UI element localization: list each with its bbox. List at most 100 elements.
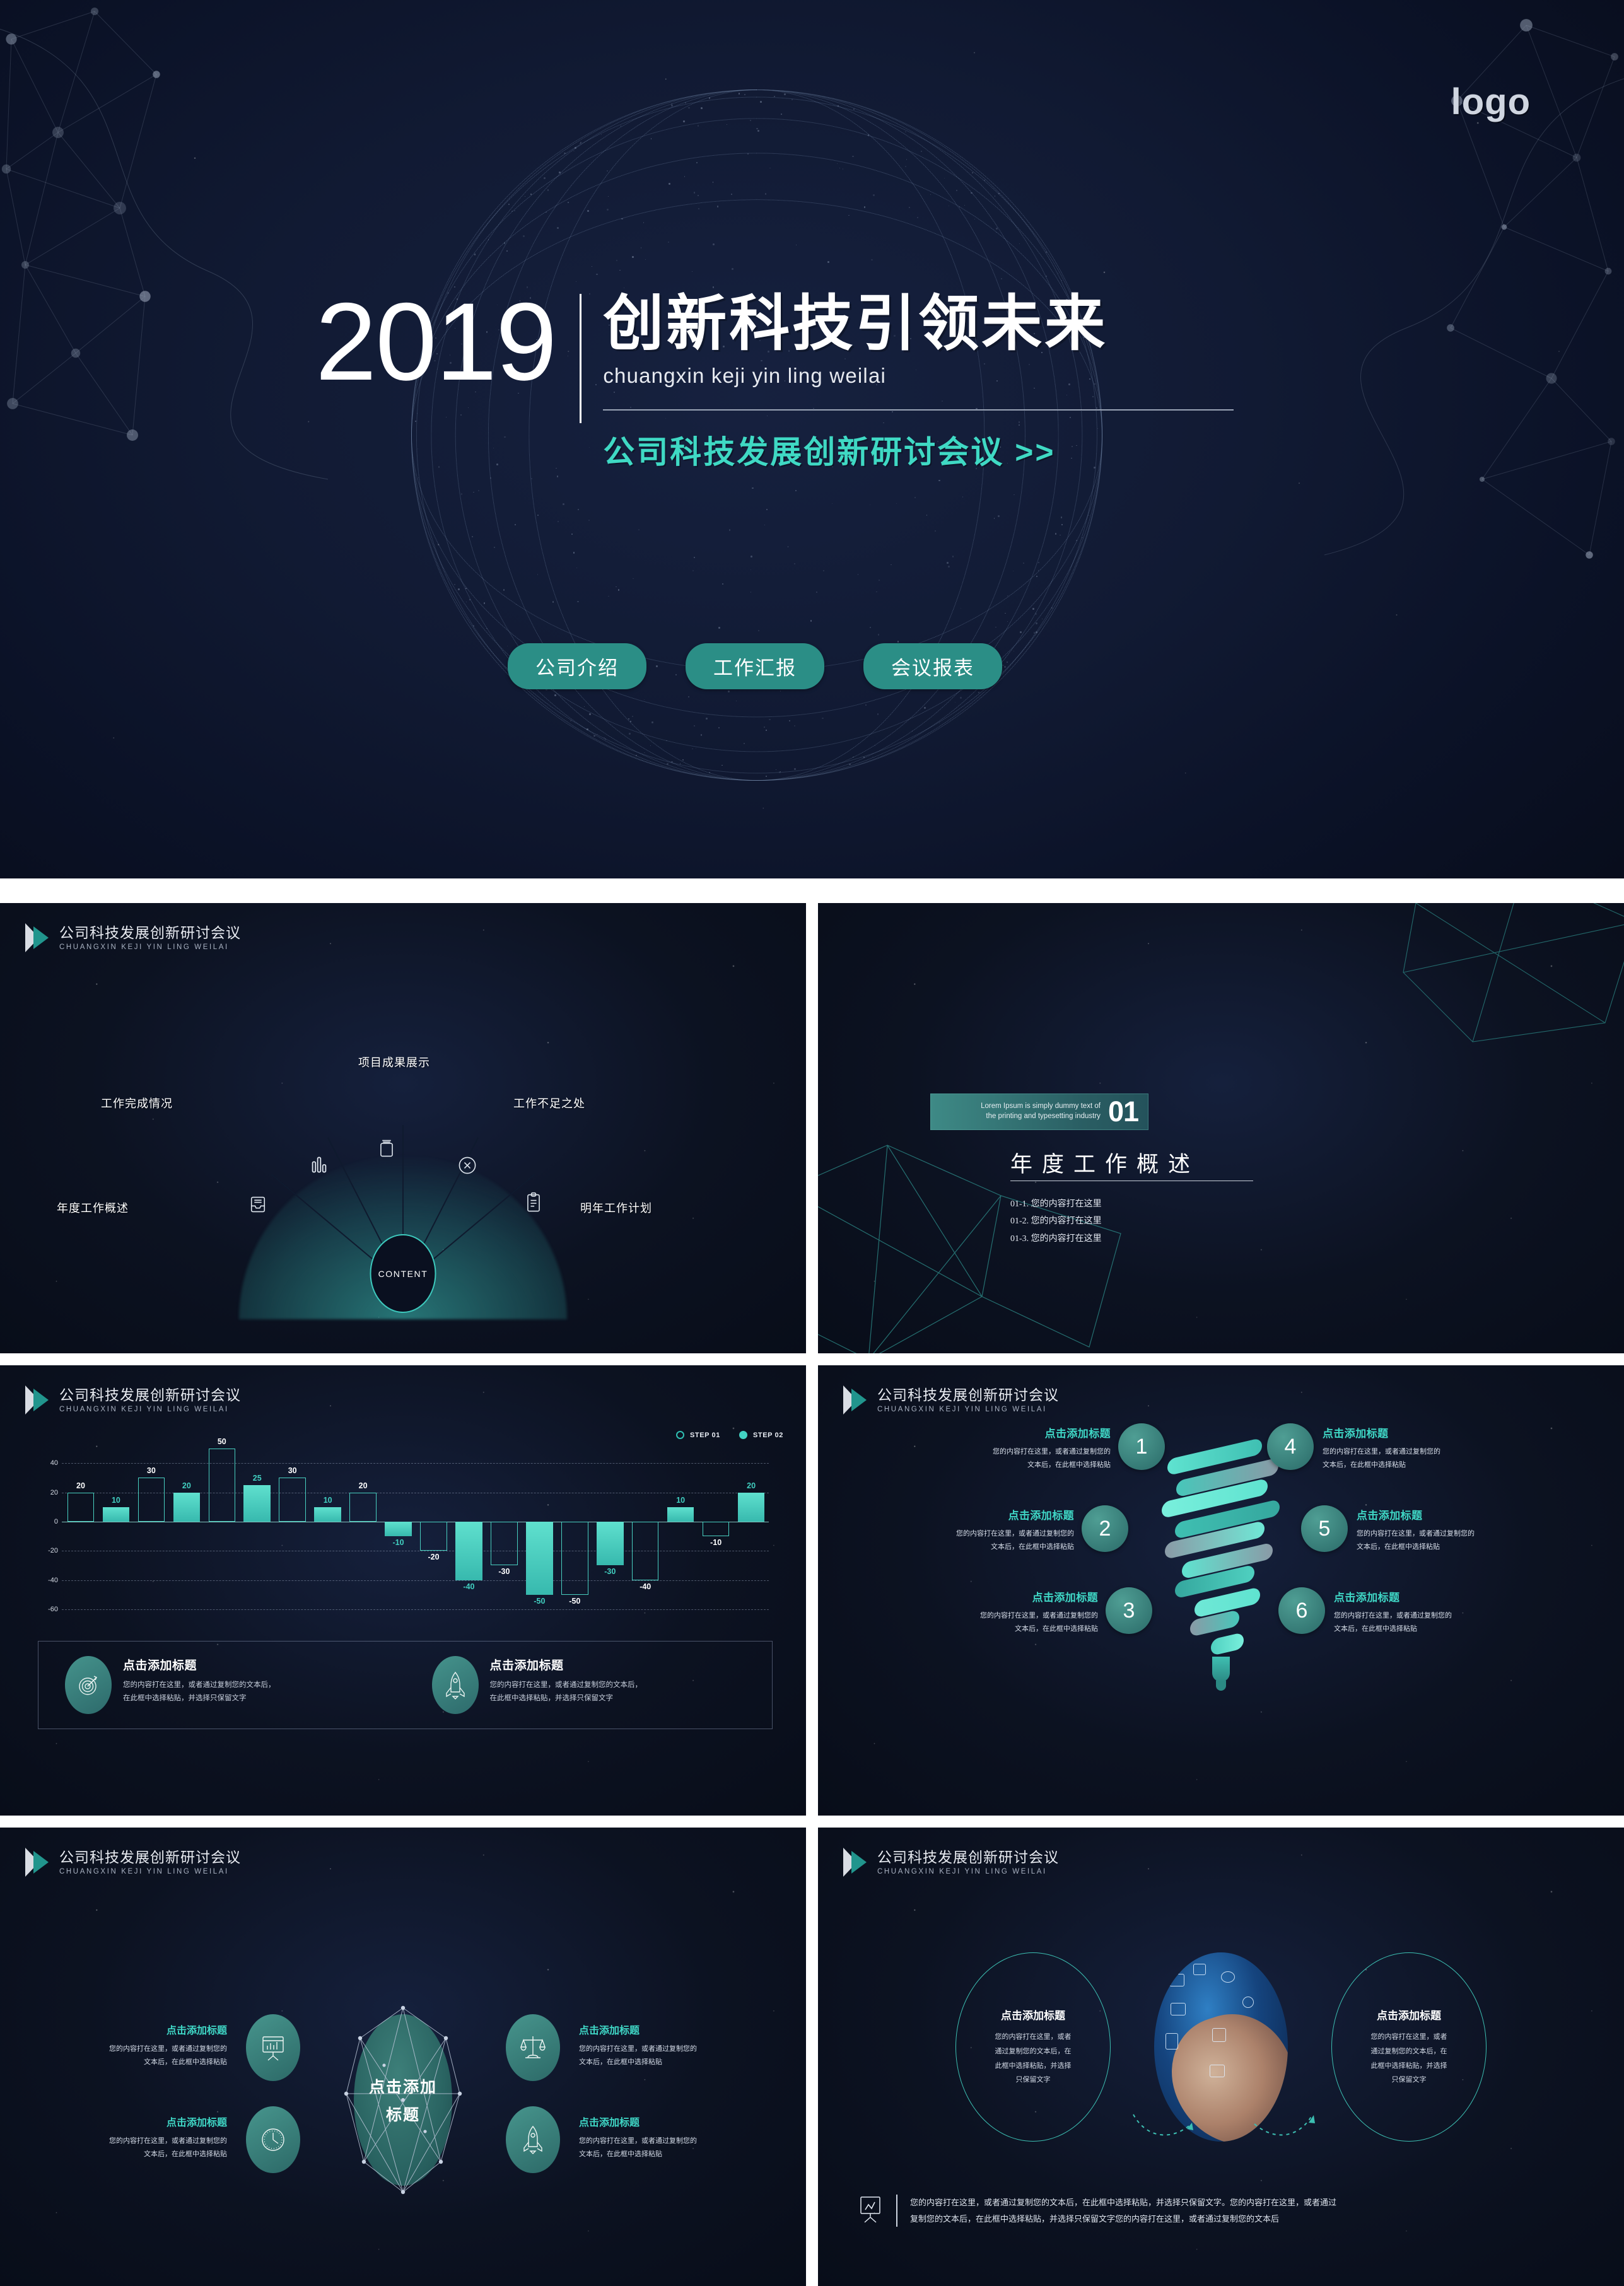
chart-bar-label: 20 — [169, 1481, 204, 1490]
chart-bar[interactable] — [632, 1522, 659, 1580]
poly-item-3[interactable]: 点击添加标题 您的内容打在这里，或者通过复制您的 文本后，在此框中选择粘贴 — [579, 2114, 768, 2162]
chart-bar[interactable] — [455, 1522, 482, 1580]
table-row[interactable]: -30 — [486, 1449, 522, 1609]
table-row[interactable]: 10 — [98, 1449, 134, 1609]
table-row[interactable]: 50 — [204, 1449, 240, 1609]
bar-chart[interactable]: 40 20 0 -20 -40 -60 20 10 30 20 50 25 30 10 20 -10 -20 -4… — [38, 1449, 773, 1609]
poly-item-2[interactable]: 点击添加标题 您的内容打在这里，或者通过复制您的 文本后，在此框中选择粘贴 — [38, 2114, 227, 2162]
table-row[interactable]: 20 — [63, 1449, 98, 1609]
bulb-number-1[interactable]: 1 — [1118, 1423, 1165, 1470]
table-row[interactable]: -20 — [416, 1449, 452, 1609]
rocket-icon — [506, 2106, 560, 2173]
chart-bar[interactable] — [738, 1493, 765, 1522]
bulb-number-2[interactable]: 2 — [1082, 1505, 1128, 1552]
poly-item-line2-2: 文本后，在此框中选择粘贴 — [38, 2148, 227, 2161]
fan-label-4[interactable]: 明年工作计划 — [580, 1199, 652, 1216]
photo-icon-chat — [1171, 2003, 1186, 2015]
chart-bar[interactable] — [561, 1522, 588, 1595]
chart-bar[interactable] — [703, 1522, 730, 1536]
photo-footer-note: 您的内容打在这里，或者通过复制您的文本后，在此框中选择粘贴，并选择只保留文字。您… — [857, 2195, 1585, 2227]
chart-bar[interactable] — [138, 1478, 165, 1522]
cover-rule — [603, 409, 1234, 411]
chart-bar[interactable] — [420, 1522, 447, 1551]
bulb-number-3[interactable]: 3 — [1106, 1587, 1152, 1634]
chart-bar-label: -50 — [522, 1597, 557, 1606]
table-row[interactable]: 25 — [240, 1449, 275, 1609]
bulb-item-1[interactable]: 点击添加标题 您的内容打在这里，或者通过复制您的 文本后，在此框中选择粘贴 — [942, 1425, 1111, 1472]
bulb-item-4[interactable]: 点击添加标题 您的内容打在这里，或者通过复制您的 文本后，在此框中选择粘贴 — [1323, 1425, 1492, 1472]
table-row[interactable]: 30 — [134, 1449, 169, 1609]
table-row[interactable]: 10 — [310, 1449, 346, 1609]
chart-bar-label: -40 — [628, 1582, 663, 1591]
table-row[interactable]: -40 — [628, 1449, 663, 1609]
bulb-item-line2: 文本后，在此框中选择粘贴 — [1334, 1623, 1503, 1636]
chart-bar[interactable] — [597, 1522, 624, 1566]
table-row[interactable]: -50 — [522, 1449, 557, 1609]
table-row[interactable]: 30 — [275, 1449, 310, 1609]
table-row[interactable]: 10 — [663, 1449, 698, 1609]
fan-label-1[interactable]: 工作完成情况 — [101, 1095, 173, 1111]
chart-bar-label: 20 — [346, 1481, 381, 1490]
cover-subtitle: 公司科技发展创新研讨会议 >> — [603, 427, 1234, 472]
header-title-en: CHUANGXIN KEJI YIN LING WEILAI — [877, 1406, 1059, 1413]
section-bullet-2: 01-3. 您的内容打在这里 — [1010, 1230, 1102, 1247]
photo-footer-line2: 复制您的文本后，在此框中选择粘贴，并选择只保留文字您的内容打在这里，或者通过复制… — [910, 2211, 1336, 2227]
table-row[interactable]: 20 — [346, 1449, 381, 1609]
inbox-icon — [249, 1194, 267, 1215]
chart-info-item-0[interactable]: 点击添加标题 您的内容打在这里，或者通过复制您的文本后， 在此框中选择粘贴，并选… — [38, 1656, 406, 1714]
table-row[interactable]: -50 — [557, 1449, 592, 1609]
presentation-chart-icon — [857, 2195, 884, 2224]
chart-bar[interactable] — [67, 1493, 95, 1522]
chart-bar[interactable] — [209, 1449, 236, 1522]
bulb-item-2[interactable]: 点击添加标题 您的内容打在这里，或者通过复制您的 文本后，在此框中选择粘贴 — [905, 1507, 1074, 1554]
chart-bar[interactable] — [491, 1522, 518, 1566]
button-company-intro[interactable]: 公司介绍 — [508, 643, 646, 689]
table-row[interactable]: -40 — [451, 1449, 486, 1609]
photo-left-title: 点击添加标题 — [1001, 2007, 1065, 2022]
chart-bar-label: 10 — [98, 1496, 134, 1505]
clipboard-icon — [525, 1192, 542, 1213]
chart-bar[interactable] — [243, 1485, 271, 1522]
table-row[interactable]: -30 — [592, 1449, 628, 1609]
bulb-number-4[interactable]: 4 — [1267, 1423, 1314, 1470]
rocket-icon — [432, 1656, 479, 1714]
chart-info-line1-1: 您的内容打在这里，或者通过复制您的文本后， — [490, 1679, 643, 1692]
chart-bar[interactable] — [173, 1493, 201, 1522]
cover-title-block: 2019 创新科技引领未来 chuangxin keji yin ling we… — [315, 290, 1234, 472]
table-row[interactable]: 20 — [733, 1449, 769, 1609]
photo-right-l1: 您的内容打在这里，或者 — [1371, 2030, 1447, 2044]
bulb-item-3[interactable]: 点击添加标题 您的内容打在这里，或者通过复制您的 文本后，在此框中选择粘贴 — [929, 1589, 1098, 1636]
table-row[interactable]: -10 — [381, 1449, 416, 1609]
button-meeting-sheet[interactable]: 会议报表 — [863, 643, 1002, 689]
legend-item-step02[interactable]: STEP 02 — [739, 1431, 783, 1439]
bulb-base — [1216, 1681, 1226, 1691]
photo-circle-left[interactable]: 点击添加标题 您的内容打在这里，或者 通过复制您的文本后，在 此框中选择粘贴，并… — [955, 1952, 1111, 2142]
poly-item-1[interactable]: 点击添加标题 您的内容打在这里，或者通过复制您的 文本后，在此框中选择粘贴 — [579, 2022, 768, 2070]
chart-bar[interactable] — [103, 1507, 130, 1522]
poly-item-0[interactable]: 点击添加标题 您的内容打在这里，或者通过复制您的 文本后，在此框中选择粘贴 — [38, 2022, 227, 2070]
bulb-item-5[interactable]: 点击添加标题 您的内容打在这里，或者通过复制您的 文本后，在此框中选择粘贴 — [1357, 1507, 1526, 1554]
photo-circle-right[interactable]: 点击添加标题 您的内容打在这里，或者 通过复制您的文本后，在 此框中选择粘贴，并… — [1331, 1952, 1487, 2142]
legend-item-step01[interactable]: STEP 01 — [676, 1431, 720, 1439]
chart-bar[interactable] — [385, 1522, 412, 1536]
button-work-report[interactable]: 工作汇报 — [686, 643, 824, 689]
table-row[interactable]: 20 — [169, 1449, 204, 1609]
cover-pinyin: chuangxin keji yin ling weilai — [603, 364, 1234, 388]
content-center-node[interactable]: CONTENT — [370, 1234, 436, 1313]
chart-bar[interactable] — [279, 1478, 306, 1522]
bulb-item-6[interactable]: 点击添加标题 您的内容打在这里，或者通过复制您的 文本后，在此框中选择粘贴 — [1334, 1589, 1503, 1636]
bulb-number-5[interactable]: 5 — [1301, 1505, 1348, 1552]
chart-bar[interactable] — [526, 1522, 553, 1595]
fan-label-0[interactable]: 年度工作概述 — [57, 1199, 129, 1216]
table-row[interactable]: -10 — [698, 1449, 733, 1609]
fan-label-2[interactable]: 项目成果展示 — [358, 1054, 430, 1070]
bulb-number-6[interactable]: 6 — [1278, 1587, 1325, 1634]
chart-bar[interactable] — [667, 1507, 694, 1522]
chart-bar[interactable] — [349, 1493, 377, 1522]
polygon-core-graphic[interactable]: 点击添加 标题 — [340, 2005, 466, 2195]
chart-info-item-1[interactable]: 点击添加标题 您的内容打在这里，或者通过复制您的文本后， 在此框中选择粘贴，并选… — [406, 1656, 773, 1714]
play-triangle-logo-icon — [25, 1385, 50, 1414]
fan-label-3[interactable]: 工作不足之处 — [513, 1095, 585, 1111]
chart-bar[interactable] — [314, 1507, 341, 1522]
core-title-line1: 点击添加 — [369, 2075, 437, 2097]
